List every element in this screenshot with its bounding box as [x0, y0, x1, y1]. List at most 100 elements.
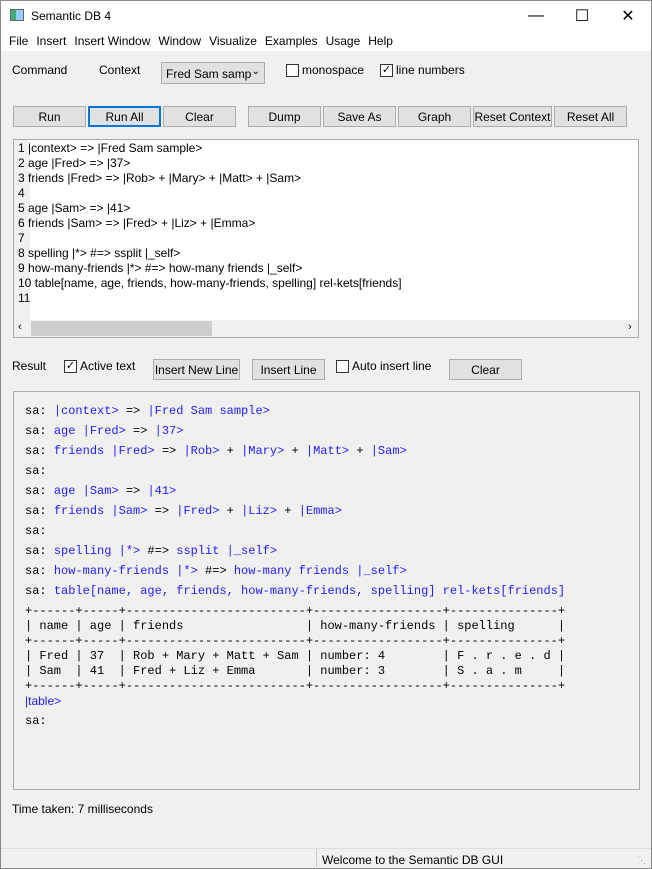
active-ket[interactable]: |Liz> [241, 504, 277, 518]
context-label: Context [99, 63, 141, 77]
result-line: sa: age |Sam> => |41> [25, 484, 176, 499]
menu-bar: File Insert Insert Window Window Visualize Ex… [1, 31, 651, 51]
checkbox-box [286, 63, 299, 77]
reset-context-button[interactable]: Reset Context [473, 106, 552, 127]
close-button[interactable]: ✕ [605, 1, 651, 31]
result-line: sa: |context> => |Fred Sam sample> [25, 404, 270, 419]
resize-grip-icon[interactable]: ⋱ [637, 855, 646, 866]
result-pane[interactable]: sa: |context> => |Fred Sam sample> sa: ag… [13, 391, 640, 790]
active-ket[interactable]: |Sam> [371, 444, 407, 458]
active-ket[interactable]: |Rob> [183, 444, 219, 458]
context-value: Fred Sam samp [166, 67, 252, 81]
result-clear-button[interactable]: Clear [449, 359, 522, 380]
active-ket[interactable]: friends |Fred> [54, 444, 155, 458]
graph-button[interactable]: Graph [398, 106, 471, 127]
table-row: | Sam | 41 | Fred + Liz + Emma | number:… [25, 664, 566, 678]
monospace-label: monospace [302, 63, 365, 77]
monospace-checkbox[interactable]: monospace [286, 63, 364, 77]
line-numbers-checkbox[interactable]: ✓ line numbers [380, 63, 465, 77]
active-ket[interactable]: spelling |*> [54, 544, 140, 558]
line-numbers-label: line numbers [396, 63, 465, 77]
insert-new-line-button[interactable]: Insert New Line [153, 359, 240, 380]
scroll-right-icon[interactable]: › [628, 321, 632, 333]
command-editor[interactable]: 1 |context> => |Fred Sam sample> 2 age |F… [13, 139, 639, 338]
active-ket[interactable]: |Fred> [176, 504, 219, 518]
active-ket[interactable]: friends |Sam> [54, 504, 148, 518]
auto-insert-line-checkbox[interactable]: Auto insert line [336, 359, 431, 373]
active-ket[interactable]: |Mary> [241, 444, 284, 458]
minimize-button[interactable]: — [513, 1, 559, 31]
active-ket[interactable]: |context> [54, 404, 119, 418]
table-ket-link[interactable]: |table> [25, 694, 61, 709]
save-as-button[interactable]: Save As [323, 106, 396, 127]
menu-file[interactable]: File [9, 31, 28, 51]
line-number: 1 [18, 141, 29, 155]
title-bar: Semantic DB 4 — ☐ ✕ [1, 1, 651, 31]
reset-all-button[interactable]: Reset All [554, 106, 627, 127]
result-text: #=> [197, 564, 234, 578]
clear-button[interactable]: Clear [163, 106, 236, 127]
time-taken: Time taken: 7 milliseconds [12, 802, 153, 816]
result-text: => [125, 424, 155, 438]
table-row: | name | age | friends | how-many-friend… [25, 619, 566, 633]
menu-help[interactable]: Help [368, 31, 393, 51]
result-text: sa: [25, 424, 54, 438]
active-ket[interactable]: |Matt> [306, 444, 349, 458]
run-button[interactable]: Run [13, 106, 86, 127]
active-text-checkbox[interactable]: ✓ Active text [64, 359, 135, 373]
auto-insert-label: Auto insert line [352, 359, 432, 373]
line-number: 7 [18, 231, 29, 245]
table-row: +------+-----+-------------------------+… [25, 679, 566, 693]
run-all-button[interactable]: Run All [88, 106, 161, 127]
menu-insert-window[interactable]: Insert Window [74, 31, 150, 51]
result-line: sa: [25, 464, 47, 479]
active-ket[interactable]: how-many-friends |*> [54, 564, 198, 578]
checkmark-icon: ✓ [380, 63, 393, 77]
active-ket[interactable]: ssplit |_self> [176, 544, 277, 558]
result-text: + [219, 504, 242, 518]
result-text: sa: [25, 544, 54, 558]
scroll-left-icon[interactable]: ‹ [18, 321, 22, 333]
line-number: 2 [18, 156, 29, 170]
scrollbar-thumb[interactable] [31, 321, 212, 336]
line-number: 8 [18, 246, 29, 260]
dump-button[interactable]: Dump [248, 106, 321, 127]
context-dropdown[interactable]: Fred Sam samp ⌄ [161, 62, 265, 84]
active-ket[interactable]: |41> [147, 484, 176, 498]
menu-window[interactable]: Window [158, 31, 201, 51]
menu-usage[interactable]: Usage [326, 31, 361, 51]
horizontal-scrollbar[interactable]: ‹ › [14, 320, 638, 337]
active-ket[interactable]: how-many friends |_self> [234, 564, 407, 578]
line-text: age |Fred> => |37> [28, 156, 131, 170]
result-text: sa: [25, 504, 54, 518]
active-ket[interactable]: |Fred Sam sample> [147, 404, 269, 418]
active-ket[interactable]: table[name, age, friends, how-many-frien… [54, 584, 565, 598]
result-prompt: sa: [25, 714, 47, 728]
result-text: + [219, 444, 242, 458]
table-row: +------+-----+-------------------------+… [25, 634, 566, 648]
active-ket[interactable]: |37> [155, 424, 184, 438]
line-text: |context> => |Fred Sam sample> [28, 141, 203, 155]
menu-insert[interactable]: Insert [36, 31, 66, 51]
editor-line: 8 spelling |*> #=> ssplit |_self> [18, 246, 180, 261]
result-text: sa: [25, 464, 47, 478]
active-ket[interactable]: age |Fred> [54, 424, 126, 438]
line-text: how-many-friends |*> #=> how-many friend… [28, 261, 303, 275]
menu-visualize[interactable]: Visualize [209, 31, 257, 51]
result-text: sa: [25, 404, 54, 418]
active-ket[interactable]: |Emma> [299, 504, 342, 518]
insert-line-button[interactable]: Insert Line [252, 359, 325, 380]
menu-examples[interactable]: Examples [265, 31, 318, 51]
line-number: 5 [18, 201, 29, 215]
result-text: => [154, 444, 184, 458]
table-row: | Fred | 37 | Rob + Mary + Matt + Sam | … [25, 649, 566, 663]
maximize-button[interactable]: ☐ [559, 1, 605, 31]
result-line: sa: [25, 524, 47, 539]
editor-line: 3 friends |Fred> => |Rob> + |Mary> + |Ma… [18, 171, 301, 186]
result-text: sa: [25, 564, 54, 578]
line-number: 3 [18, 171, 29, 185]
line-text: age |Sam> => |41> [28, 201, 131, 215]
result-line: sa: how-many-friends |*> #=> how-many fr… [25, 564, 407, 579]
active-ket[interactable]: age |Sam> [54, 484, 119, 498]
result-text: => [118, 404, 148, 418]
